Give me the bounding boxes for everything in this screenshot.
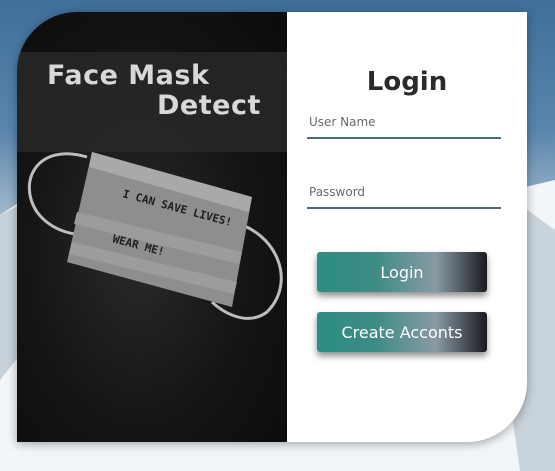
password-input[interactable] — [307, 177, 501, 209]
login-heading: Login — [366, 67, 448, 97]
login-button[interactable]: Login — [317, 252, 487, 292]
login-card: Face Mask Detect I CAN SAVE LIVES! WEAR … — [17, 12, 527, 442]
login-form-panel: Login Login Create Acconts — [287, 12, 527, 442]
username-input[interactable] — [307, 107, 501, 139]
branding-panel: Face Mask Detect I CAN SAVE LIVES! WEAR … — [17, 12, 287, 442]
create-account-button[interactable]: Create Acconts — [317, 312, 487, 352]
app-title-line1: Face Mask — [47, 60, 210, 91]
app-title-line2: Detect — [157, 90, 261, 121]
face-mask-image: I CAN SAVE LIVES! WEAR ME! — [27, 152, 283, 320]
